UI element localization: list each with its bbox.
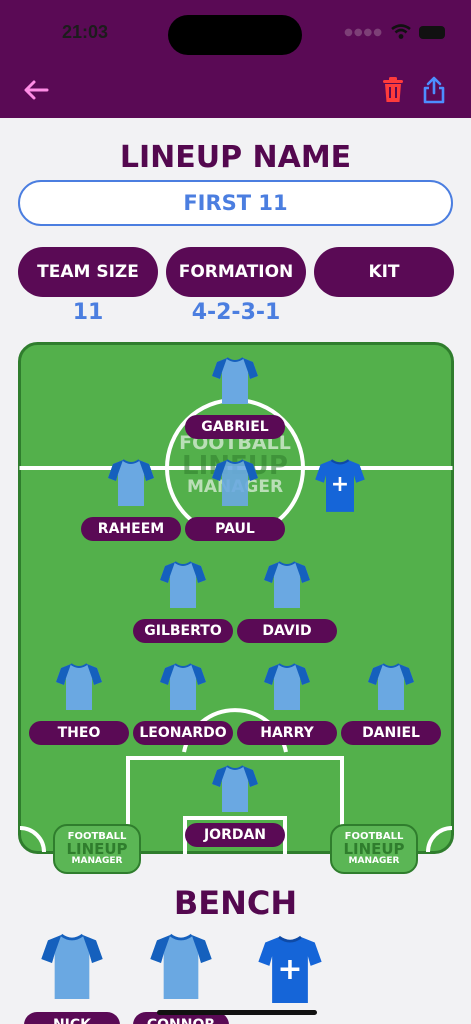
wifi-icon [391,24,411,39]
badge-line2: LINEUP [343,840,405,858]
player-name: THEO [29,721,129,745]
player-name: RAHEEM [81,517,181,541]
player-name: JORDAN [185,823,285,847]
player-slot[interactable]: DAVID [237,560,337,644]
player-slot[interactable]: THEO [29,662,129,746]
battery-icon [419,25,445,39]
player-name: PAUL [185,517,285,541]
player-slot[interactable]: GABRIEL [185,356,285,440]
status-indicators: ●●●● [344,24,445,40]
goalkeeper-slot[interactable]: JORDAN [185,764,285,848]
lineup-name-input[interactable]: FIRST 11 [18,180,453,226]
back-button[interactable] [20,74,52,106]
shirt-icon [160,561,206,608]
player-slot[interactable]: GILBERTO [133,560,233,644]
player-slot[interactable]: PAUL [185,458,285,542]
bench-heading: BENCH [173,884,298,922]
shirt-icon [368,663,414,710]
add-player-slot[interactable]: + [314,458,366,514]
status-time: 21:03 [62,22,109,42]
shirt-icon [160,663,206,710]
app-logo-badge: FOOTBALL LINEUP MANAGER [330,824,418,874]
player-slot[interactable]: DANIEL [341,662,441,746]
shirt-icon [264,561,310,608]
home-indicator [157,1010,317,1015]
top-bar: 21:03 ●●●● [0,0,471,118]
badge-line3: MANAGER [348,856,400,866]
trash-icon [383,77,403,102]
plus-icon: + [330,472,350,497]
player-slot[interactable]: RAHEEM [81,458,181,542]
plus-icon: + [277,952,303,987]
share-button[interactable] [418,74,450,106]
kit-button[interactable]: KIT [314,247,454,297]
bench-player-slot[interactable]: CONNOR [133,932,229,1024]
team-size-button[interactable]: TEAM SIZE [18,247,158,297]
shirt-icon [264,663,310,710]
player-name: LEONARDO [133,721,233,745]
formation-button[interactable]: FORMATION [166,247,306,297]
dynamic-island [168,15,302,55]
player-name: HARRY [237,721,337,745]
badge-line2: LINEUP [66,840,128,858]
shirt-icon [108,459,154,506]
team-size-value: 11 [72,300,104,325]
delete-lineup-button[interactable] [377,74,409,106]
bench-player-slot[interactable]: NICK [24,932,120,1024]
shirt-icon [56,663,102,710]
shirt-icon [212,459,258,506]
player-slot[interactable]: LEONARDO [133,662,233,746]
shirt-icon [212,357,258,404]
app-logo-badge: FOOTBALL LINEUP MANAGER [53,824,141,874]
signal-icon: ●●●● [344,26,383,38]
lineup-name-heading: LINEUP NAME [119,140,352,175]
player-name: GILBERTO [133,619,233,643]
shirt-icon [150,933,212,999]
badge-line3: MANAGER [71,856,123,866]
bench-player-name: NICK [24,1012,120,1024]
player-name: DAVID [237,619,337,643]
player-name: GABRIEL [185,415,285,439]
shirt-icon [212,765,258,812]
share-icon [423,76,445,104]
formation-value: 4-2-3-1 [191,300,281,325]
player-slot[interactable]: HARRY [237,662,337,746]
player-name: DANIEL [341,721,441,745]
add-bench-player-button[interactable]: + [257,934,323,1006]
pitch: FOOTBALL LINEUP MANAGER GABRIEL RAHEEM P… [18,342,454,854]
shirt-icon [41,933,103,999]
arrow-left-icon [24,80,49,100]
